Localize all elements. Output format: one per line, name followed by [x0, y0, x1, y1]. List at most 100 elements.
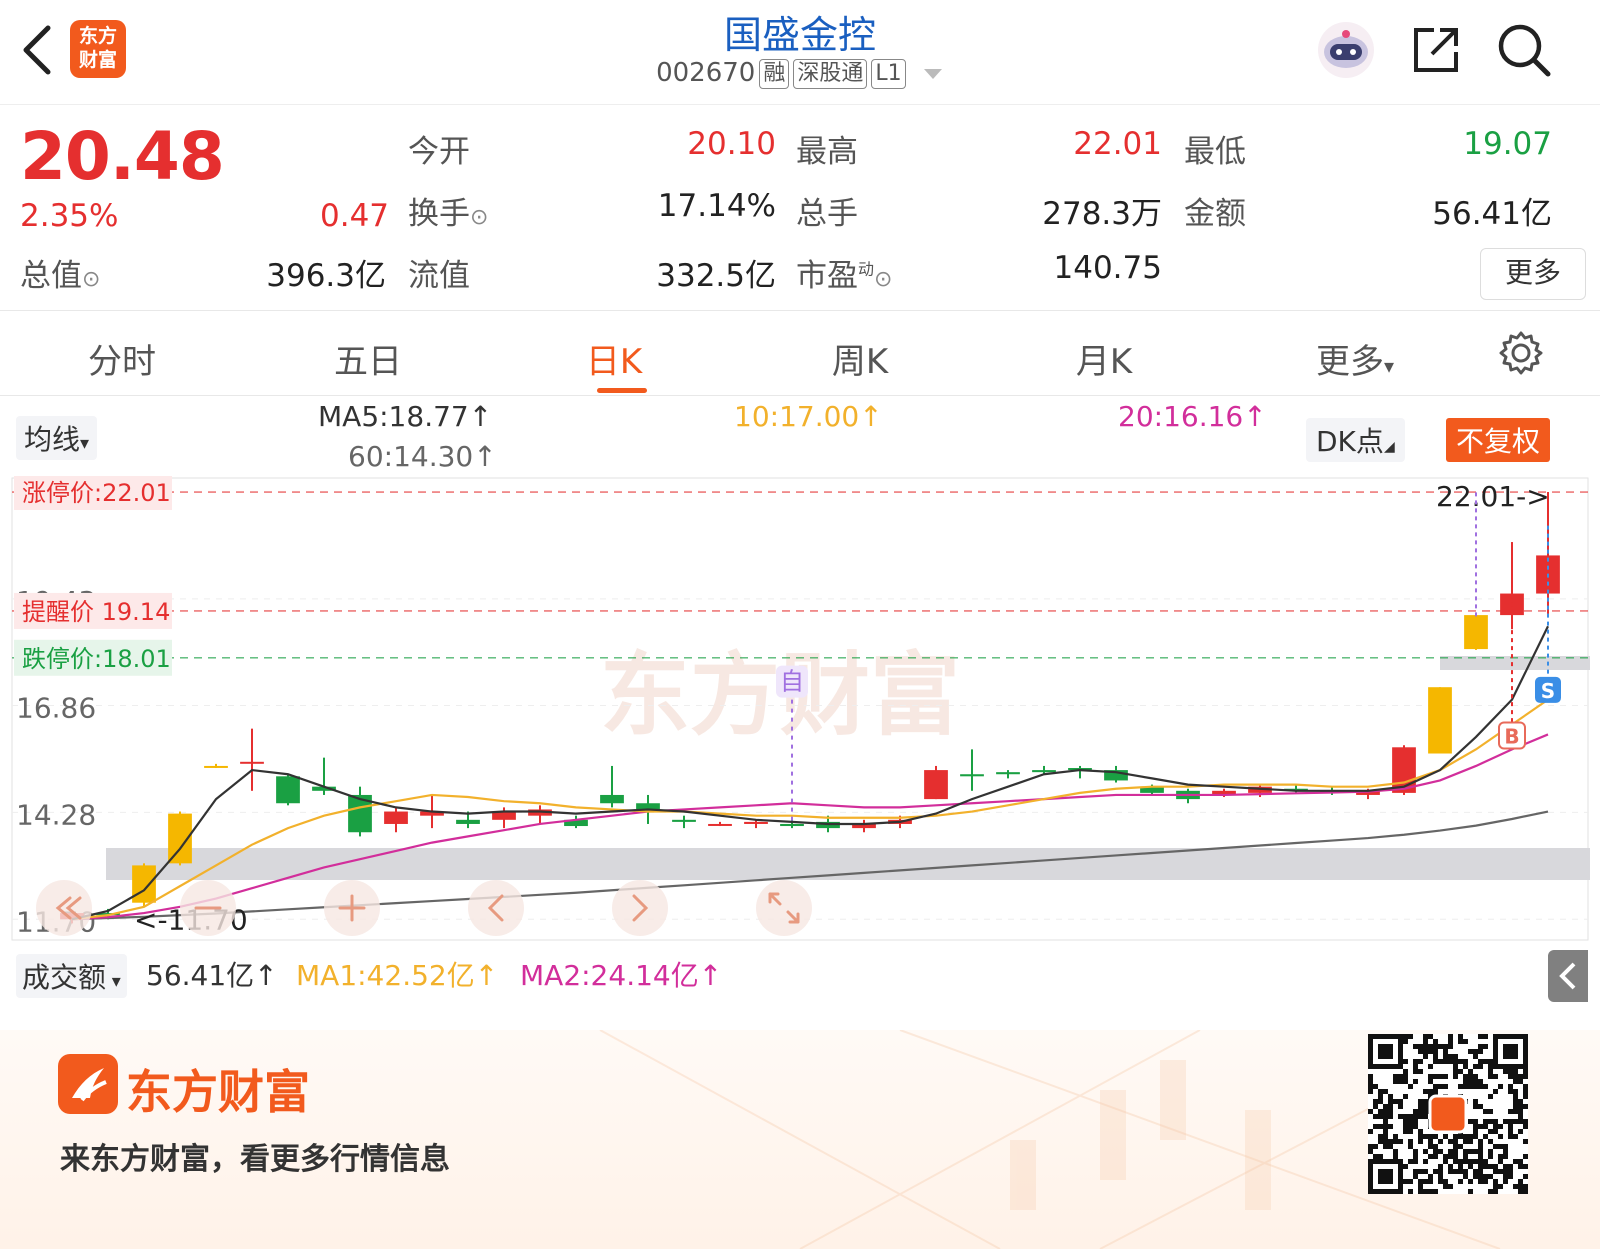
qr-module: [1523, 1104, 1528, 1109]
more-quote-button[interactable]: 更多: [1480, 248, 1586, 300]
qr-module: [1403, 1079, 1408, 1084]
qr-module: [1448, 1164, 1453, 1169]
qr-module: [1453, 1169, 1458, 1174]
qr-module: [1478, 1164, 1483, 1169]
qr-module: [1518, 1129, 1523, 1134]
qr-module: [1473, 1124, 1478, 1129]
qr-module: [1368, 1144, 1373, 1149]
qr-module: [1513, 1099, 1518, 1104]
qr-module: [1518, 1119, 1523, 1124]
qr-module: [1478, 1124, 1483, 1129]
qr-module: [1503, 1179, 1508, 1184]
fast-backward-icon[interactable]: [36, 880, 92, 936]
qr-module: [1448, 1044, 1453, 1049]
scroll-left-icon[interactable]: [468, 880, 524, 936]
change-percent: 2.35%: [20, 198, 119, 234]
qr-module: [1478, 1079, 1483, 1084]
amount-label: 金额: [1184, 196, 1246, 232]
tab-weekly-k[interactable]: 周K: [780, 334, 940, 383]
qr-module: [1478, 1144, 1483, 1149]
tab-five-day[interactable]: 五日: [288, 334, 448, 383]
candle-body: [708, 823, 732, 826]
qr-module: [1433, 1044, 1438, 1049]
zoom-in-icon[interactable]: [324, 880, 380, 936]
qr-module: [1508, 1069, 1513, 1074]
qr-module: [1523, 1119, 1528, 1124]
qr-module: [1523, 1074, 1528, 1079]
qr-module: [1523, 1084, 1528, 1089]
market-cap-label[interactable]: 总值⊙: [20, 250, 100, 295]
qr-module: [1518, 1099, 1523, 1104]
volume-selector-label: 成交额: [22, 961, 107, 994]
qr-module: [1463, 1039, 1468, 1044]
qr-module: [1443, 1134, 1448, 1139]
footer-slogan: 来东方财富，看更多行情信息: [60, 1142, 450, 1177]
share-icon[interactable]: [1406, 20, 1466, 80]
qr-module: [1418, 1049, 1423, 1054]
pe-label[interactable]: 市盈动⊙: [796, 250, 892, 295]
ma10-readout: 10:17.00↑: [734, 400, 883, 433]
robot-assistant-icon[interactable]: [1316, 20, 1376, 80]
qr-module: [1413, 1069, 1418, 1074]
qr-module: [1478, 1139, 1483, 1144]
qr-module: [1388, 1139, 1393, 1144]
kline-chart[interactable]: 东方财富 19.4316.8614.2811.70 涨停价:22.01提醒价 1…: [0, 476, 1600, 1002]
dk-point-selector[interactable]: DK点◢: [1306, 418, 1405, 462]
qr-module: [1438, 1179, 1443, 1184]
qr-module: [1493, 1129, 1498, 1134]
qr-module: [1453, 1144, 1458, 1149]
zoom-out-icon[interactable]: [180, 880, 236, 936]
qr-module: [1498, 1144, 1503, 1149]
qr-module: [1383, 1119, 1388, 1124]
tab-intraday[interactable]: 分时: [42, 334, 202, 383]
qr-module: [1503, 1144, 1508, 1149]
tab-monthly-k[interactable]: 月K: [1024, 334, 1184, 383]
ma-selector[interactable]: 均线▾: [16, 416, 98, 460]
fullscreen-icon[interactable]: [756, 880, 812, 936]
volume-selector[interactable]: 成交额 ▾: [16, 954, 127, 998]
qr-module: [1488, 1109, 1493, 1114]
qr-module: [1453, 1154, 1458, 1159]
candle-body: [1032, 770, 1056, 773]
qr-module: [1453, 1059, 1458, 1064]
qr-module: [1473, 1054, 1478, 1059]
qr-module: [1523, 1174, 1528, 1179]
qr-module: [1508, 1109, 1513, 1114]
tab-more[interactable]: 更多▾: [1270, 334, 1440, 383]
tab-daily-k[interactable]: 日K: [534, 334, 694, 383]
nav-button-bg: [756, 880, 812, 936]
adjust-mode-button[interactable]: 不复权: [1446, 418, 1551, 462]
qr-module: [1378, 1099, 1383, 1104]
qr-module: [1478, 1104, 1483, 1109]
settings-gear-icon[interactable]: [1498, 330, 1544, 376]
qr-module: [1488, 1094, 1493, 1099]
qr-module: [1483, 1084, 1488, 1089]
qr-module: [1368, 1149, 1373, 1154]
qr-module: [1408, 1144, 1413, 1149]
pe-value: 140.75: [1053, 250, 1162, 286]
qr-module: [1463, 1159, 1468, 1164]
qr-module: [1413, 1124, 1418, 1129]
qr-module: [1388, 1114, 1393, 1119]
dropdown-triangle-icon[interactable]: [922, 67, 944, 81]
qr-module: [1393, 1154, 1398, 1159]
qr-module: [1423, 1179, 1428, 1184]
qr-module: [1478, 1034, 1483, 1039]
qr-module: [1458, 1164, 1463, 1169]
qr-module: [1463, 1149, 1468, 1154]
qr-module: [1423, 1099, 1428, 1104]
qr-module: [1488, 1164, 1493, 1169]
turnover-label[interactable]: 换手⊙: [408, 188, 488, 233]
qr-module: [1468, 1159, 1473, 1164]
high-value: 22.01: [1073, 126, 1162, 162]
qr-module: [1448, 1154, 1453, 1159]
brand-name: 东方财富: [126, 1065, 310, 1119]
qr-module: [1433, 1084, 1438, 1089]
open-label: 今开: [408, 134, 470, 170]
qr-module: [1488, 1119, 1493, 1124]
scroll-right-icon[interactable]: [612, 880, 668, 936]
search-icon[interactable]: [1494, 20, 1554, 80]
qr-module: [1503, 1149, 1508, 1154]
collapse-panel-button[interactable]: [1548, 950, 1588, 1002]
qr-module: [1433, 1169, 1438, 1174]
